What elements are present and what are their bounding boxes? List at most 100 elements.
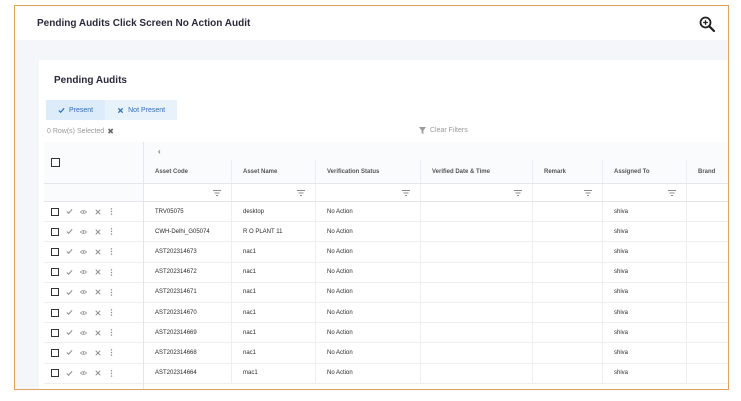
- row-checkbox[interactable]: [51, 207, 59, 216]
- check-icon[interactable]: [66, 248, 73, 255]
- close-icon[interactable]: [94, 309, 101, 316]
- more-vertical-icon[interactable]: [108, 289, 115, 296]
- table-row[interactable]: AST202314668 nac1 No Action shiva: [144, 343, 728, 364]
- more-vertical-icon[interactable]: [108, 268, 115, 276]
- more-vertical-icon[interactable]: [108, 208, 115, 215]
- more-vertical-icon[interactable]: [108, 228, 115, 236]
- row-checkbox[interactable]: [51, 227, 59, 236]
- table-row[interactable]: AST202314664 mac1 No Action shiva: [144, 363, 728, 384]
- pinned-actions-column: [44, 142, 144, 389]
- select-all-checkbox[interactable]: [51, 158, 60, 167]
- page-header: Pending Audits Click Screen No Action Au…: [15, 6, 728, 40]
- eye-icon[interactable]: [80, 370, 87, 377]
- eye-icon[interactable]: [80, 309, 87, 316]
- row-checkbox[interactable]: [51, 348, 59, 357]
- close-icon[interactable]: [94, 349, 101, 356]
- column-filter[interactable]: [533, 184, 603, 201]
- check-icon[interactable]: [66, 329, 73, 336]
- cell-remark: [533, 343, 603, 363]
- row-checkbox[interactable]: [51, 288, 59, 297]
- column-header[interactable]: Asset Name: [232, 160, 316, 183]
- close-icon[interactable]: [94, 370, 101, 377]
- clear-filters-button[interactable]: Clear Filters: [419, 127, 468, 134]
- cell-verified: [421, 282, 533, 302]
- table-row[interactable]: AST202314670 nac1 No Action shiva: [144, 302, 728, 324]
- close-icon[interactable]: [94, 289, 101, 296]
- column-filter[interactable]: [232, 184, 316, 201]
- row-checkbox[interactable]: [51, 247, 59, 256]
- check-icon[interactable]: [66, 208, 73, 215]
- eye-icon[interactable]: [80, 329, 87, 336]
- close-icon[interactable]: [94, 228, 101, 235]
- eye-icon[interactable]: [80, 248, 87, 255]
- column-filter[interactable]: [421, 184, 533, 201]
- check-icon[interactable]: [66, 309, 73, 316]
- eye-icon[interactable]: [80, 269, 87, 276]
- row-checkbox[interactable]: [51, 268, 59, 277]
- check-icon[interactable]: [66, 269, 73, 276]
- page-title: Pending Audits Click Screen No Action Au…: [37, 18, 251, 29]
- table-row[interactable]: AST202314669 nac1 No Action shiva: [144, 323, 728, 344]
- cell-brand: [687, 263, 728, 282]
- row-actions: [44, 343, 143, 364]
- check-icon[interactable]: [66, 370, 73, 377]
- eye-icon[interactable]: [80, 208, 87, 215]
- cell-name: mac1: [232, 363, 316, 383]
- cell-status: No Action: [316, 282, 421, 302]
- column-header[interactable]: Brand: [687, 160, 728, 183]
- cell-code: AST202314671: [144, 282, 232, 302]
- eye-icon[interactable]: [80, 289, 87, 296]
- clear-selection-icon[interactable]: ✖: [107, 127, 114, 136]
- cell-code: AST202314669: [144, 323, 232, 343]
- column-filter[interactable]: [316, 184, 421, 201]
- column-filter[interactable]: [687, 184, 728, 201]
- table-row[interactable]: AST202314671 nac1 No Action shiva: [144, 282, 728, 303]
- column-header[interactable]: Verification Status: [316, 160, 421, 183]
- close-icon[interactable]: [94, 269, 101, 276]
- cell-assigned: shiva: [603, 262, 687, 282]
- column-header[interactable]: Verified Date & Time: [421, 160, 533, 183]
- table-header-row: Asset Code Asset Name Verification Status V…: [144, 160, 728, 184]
- table-row[interactable]: AST202314673 nac1 No Action shiva: [144, 242, 728, 263]
- cell-status: No Action: [316, 343, 421, 363]
- table-row[interactable]: CWH-Delhi_G05074 R O PLANT 11 No Action shi…: [144, 222, 728, 243]
- close-icon[interactable]: [94, 248, 101, 255]
- close-icon[interactable]: [94, 208, 101, 215]
- filter-lines-icon: [584, 189, 592, 196]
- row-actions: [44, 364, 143, 384]
- eye-icon[interactable]: [80, 349, 87, 356]
- column-header[interactable]: Asset Code: [144, 160, 232, 183]
- row-checkbox[interactable]: [51, 328, 59, 337]
- column-header[interactable]: Assigned To: [603, 160, 687, 183]
- column-filter[interactable]: [603, 184, 687, 201]
- check-icon[interactable]: [66, 289, 73, 296]
- cell-status: No Action: [316, 302, 421, 323]
- column-nav: ‹: [144, 142, 728, 160]
- zoom-in-icon[interactable]: [698, 15, 716, 33]
- more-vertical-icon[interactable]: [108, 349, 115, 357]
- chevron-left-icon[interactable]: ‹: [158, 147, 161, 156]
- cell-status: No Action: [316, 242, 421, 262]
- more-vertical-icon[interactable]: [108, 248, 115, 256]
- not-present-button[interactable]: Not Present: [105, 100, 177, 120]
- cell-brand: [687, 283, 728, 302]
- column-filter[interactable]: [144, 184, 232, 201]
- column-header[interactable]: Remark: [533, 160, 603, 183]
- row-checkbox[interactable]: [51, 308, 59, 317]
- cell-verified: [421, 363, 533, 383]
- table-row[interactable]: AST202314672 nac1 No Action shiva: [144, 262, 728, 283]
- present-button[interactable]: Present: [46, 100, 106, 120]
- table-row[interactable]: TRV05075 desktop No Action shiva: [144, 202, 728, 223]
- cell-code: AST202314664: [144, 363, 232, 383]
- cell-code: CWH-Delhi_G05074: [144, 222, 232, 242]
- check-icon[interactable]: [66, 349, 73, 356]
- more-vertical-icon[interactable]: [108, 329, 115, 337]
- cell-verified: [421, 262, 533, 282]
- row-checkbox[interactable]: [51, 369, 59, 378]
- close-icon[interactable]: [94, 329, 101, 336]
- check-icon[interactable]: [66, 228, 73, 235]
- cell-status: No Action: [316, 363, 421, 383]
- more-vertical-icon[interactable]: [108, 309, 115, 316]
- more-vertical-icon[interactable]: [108, 369, 115, 377]
- eye-icon[interactable]: [80, 228, 87, 235]
